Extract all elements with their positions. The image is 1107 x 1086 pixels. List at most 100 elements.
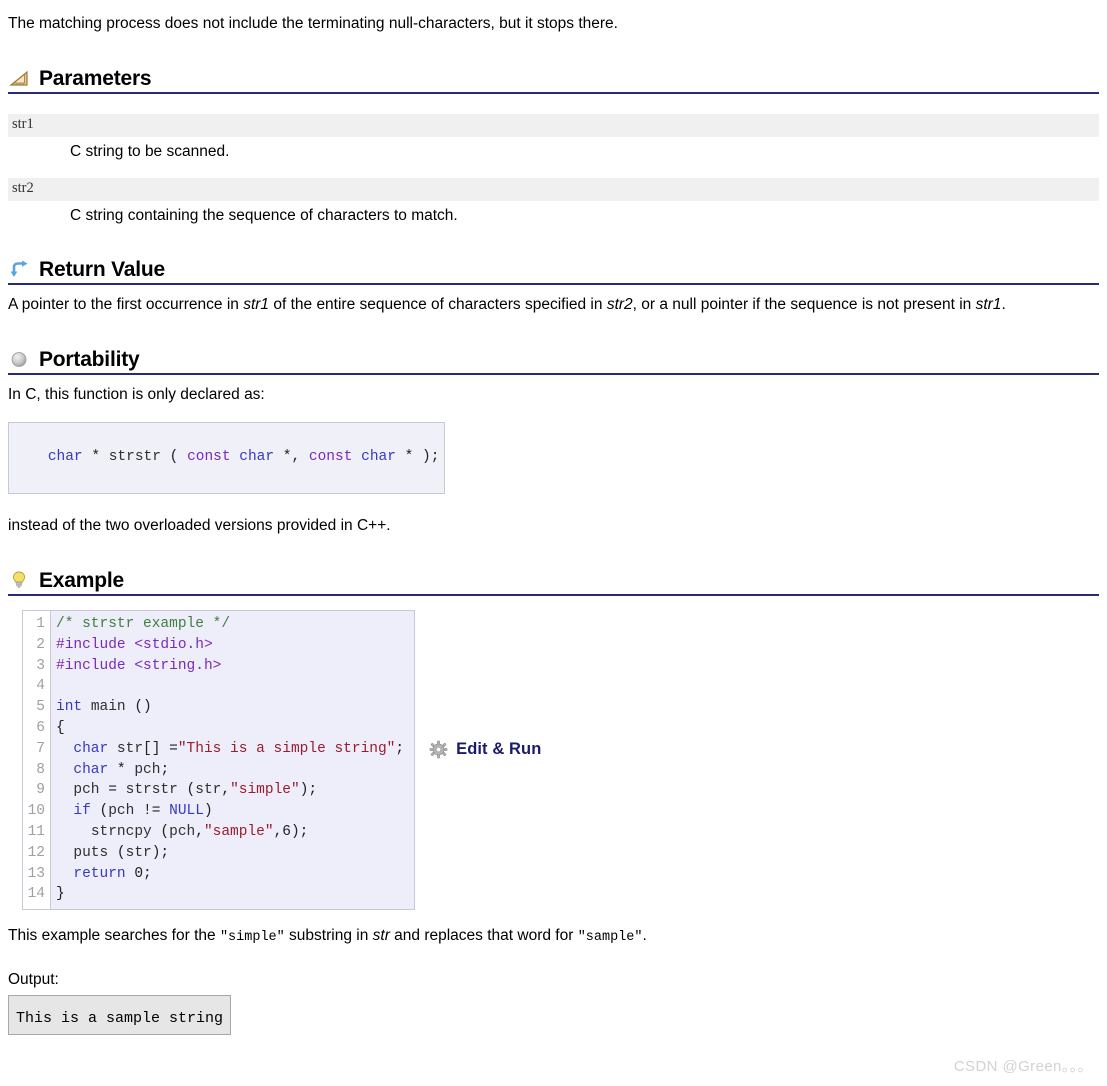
code-line: #include <string.h>	[56, 656, 404, 677]
section-header-return-value: Return Value	[8, 258, 1099, 286]
ex-part3: and replaces that word for	[389, 927, 578, 945]
code-token: (	[151, 824, 170, 841]
code-token: (	[108, 844, 126, 861]
code-token: <stdio.h>	[134, 636, 213, 653]
section-title-return-value: Return Value	[39, 258, 165, 282]
output-box: This is a sample string	[8, 995, 232, 1036]
line-number: 5	[36, 699, 45, 716]
code-token: char	[73, 740, 109, 757]
sig-tok-0: char	[47, 448, 83, 465]
ex-part2: substring in	[284, 927, 373, 945]
rv-part3: , or a null pointer if the sequence is n…	[632, 296, 976, 314]
code-line: char str[] ="This is a simple string";	[56, 739, 404, 760]
param-desc-str2: C string containing the sequence of char…	[70, 206, 458, 224]
example-explanation: This example searches for the "simple" s…	[8, 926, 1099, 947]
code-token: =	[99, 782, 126, 799]
code-token: !=	[134, 803, 170, 820]
code-token: pch	[169, 824, 196, 841]
code-line: char * pch;	[56, 760, 404, 781]
section-header-example: Example	[8, 569, 1099, 597]
code-token: ;	[395, 740, 405, 757]
rv-part2: of the entire sequence of characters spe…	[269, 296, 607, 314]
lightbulb-icon	[8, 569, 30, 591]
rv-part1: A pointer to the first occurrence in	[8, 296, 244, 314]
code-token: "This is a simple string"	[177, 740, 396, 757]
sig-tok-2: strstr	[108, 448, 161, 465]
code-token: );	[290, 824, 309, 841]
line-number: 6	[36, 720, 45, 737]
ex-part4: .	[642, 927, 647, 945]
line-number: 14	[27, 886, 45, 903]
code-token: {	[56, 720, 65, 737]
code-token: pch	[108, 803, 135, 820]
section-title-portability: Portability	[39, 348, 140, 371]
line-number: 1	[36, 616, 45, 633]
code-line: }	[56, 884, 404, 905]
code-token: if	[73, 803, 91, 820]
line-number: 9	[36, 782, 45, 799]
code-line: #include <stdio.h>	[56, 635, 404, 656]
sig-tok-10: char	[361, 448, 396, 465]
code-token: <string.h>	[134, 657, 222, 674]
code-token: "sample"	[203, 824, 274, 841]
code-sample: 1 2 3 4 5 6 7 8 9 10 11 12 13 14 /* strs…	[22, 610, 416, 911]
ex-mono-sample: "sample"	[577, 930, 643, 946]
param-desc-str1: C string to be scanned.	[70, 142, 230, 160]
code-token: /* strstr example */	[56, 616, 231, 633]
line-number: 12	[27, 844, 45, 861]
ex-mono-simple: "simple"	[219, 930, 285, 946]
code-token: )	[203, 803, 213, 820]
reference-page: The matching process does not include th…	[0, 0, 1107, 1036]
blue-return-arrow-icon	[8, 258, 30, 280]
code-token: pch	[73, 782, 100, 799]
ex-em-str: str	[372, 927, 390, 945]
intro-paragraph: The matching process does not include th…	[8, 15, 618, 32]
example-block: 1 2 3 4 5 6 7 8 9 10 11 12 13 14 /* strs…	[8, 610, 1099, 911]
code-token: char	[73, 761, 109, 778]
output-label: Output:	[8, 971, 59, 989]
code-line: {	[56, 718, 404, 739]
code-token: *	[108, 761, 135, 778]
ruler-triangle-icon	[8, 67, 30, 89]
code-token: [] =	[143, 740, 178, 757]
code-token: pch	[134, 761, 161, 778]
param-name-str2: str2	[8, 178, 1099, 201]
section-title-parameters: Parameters	[39, 66, 152, 90]
code-line: int main ()	[56, 697, 404, 718]
code-token: ;	[143, 865, 152, 882]
code-text[interactable]: /* strstr example */ #include <stdio.h> #i…	[51, 611, 414, 909]
code-token: );	[299, 782, 318, 799]
code-token: 6	[282, 824, 291, 841]
sig-tok-4: const	[187, 448, 231, 465]
section-header-parameters: Parameters	[8, 67, 1099, 94]
rv-em-str1b: str1	[975, 296, 1002, 314]
portability-lead: In C, this function is only declared as:	[8, 386, 265, 403]
edit-and-run-label: Edit & Run	[456, 740, 542, 759]
rv-part4: .	[1001, 296, 1006, 314]
code-line-numbers: 1 2 3 4 5 6 7 8 9 10 11 12 13 14	[23, 611, 51, 910]
code-token: "simple"	[230, 782, 300, 799]
code-token: str	[116, 740, 144, 757]
sig-tok-11: * );	[395, 448, 440, 465]
code-token: puts	[73, 844, 109, 861]
sig-tok-1: *	[82, 448, 109, 465]
section-title-example: Example	[39, 569, 124, 593]
portability-signature: char * strstr ( const char *, const char…	[8, 421, 446, 495]
code-token: ()	[125, 699, 152, 716]
line-number: 11	[27, 824, 45, 841]
code-token: }	[56, 886, 65, 903]
edit-and-run-button[interactable]: Edit & Run	[429, 740, 541, 759]
code-token: strncpy	[90, 824, 152, 841]
code-token: NULL	[169, 803, 204, 820]
code-token: );	[151, 844, 170, 861]
line-number: 4	[36, 678, 45, 695]
code-line: if (pch != NULL)	[56, 801, 404, 822]
code-token: ,	[195, 824, 204, 841]
